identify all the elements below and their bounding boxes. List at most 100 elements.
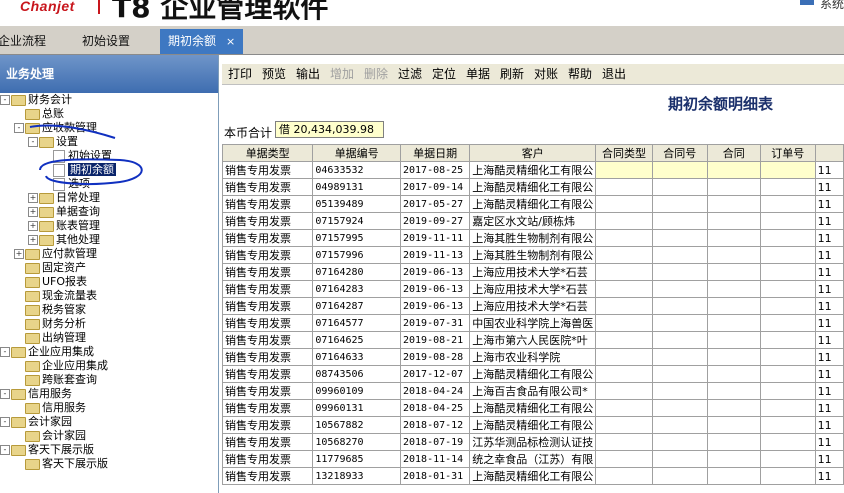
- table-cell[interactable]: [706, 331, 761, 349]
- table-cell[interactable]: 2018-07-12: [399, 416, 471, 434]
- table-cell[interactable]: 2017-08-25: [399, 161, 471, 179]
- table-cell[interactable]: 07157924: [312, 212, 401, 230]
- table-cell[interactable]: [759, 280, 816, 298]
- sidebar-item[interactable]: - 客天下展示版: [0, 443, 218, 457]
- table-cell[interactable]: [595, 416, 653, 434]
- sidebar-item[interactable]: - 财务会计: [0, 93, 218, 107]
- table-row[interactable]: 销售专用发票 05139489 2017-05-27 上海酷灵精细化工有限公 11: [222, 195, 844, 213]
- sidebar-item[interactable]: - 企业应用集成: [0, 345, 218, 359]
- table-cell[interactable]: 07157995: [312, 229, 401, 247]
- table-cell[interactable]: 04633532: [312, 161, 401, 179]
- collapse-icon[interactable]: -: [14, 123, 24, 133]
- table-cell[interactable]: 上海酷灵精细化工有限公: [469, 178, 597, 196]
- table-cell[interactable]: 2019-06-13: [399, 280, 471, 298]
- table-cell[interactable]: [595, 246, 653, 264]
- table-cell[interactable]: [651, 280, 708, 298]
- table-cell[interactable]: 上海酷灵精细化工有限公: [469, 365, 597, 383]
- toolbar-button[interactable]: 对账: [534, 66, 558, 82]
- table-cell[interactable]: [651, 263, 708, 281]
- table-cell[interactable]: [706, 297, 761, 315]
- table-cell[interactable]: [651, 416, 708, 434]
- sidebar-item[interactable]: 初始设置: [0, 149, 218, 163]
- table-cell[interactable]: [706, 382, 761, 400]
- table-cell[interactable]: [759, 450, 816, 468]
- collapse-icon[interactable]: -: [0, 389, 10, 399]
- table-cell[interactable]: [759, 263, 816, 281]
- tab-initial-settings[interactable]: 初始设置: [82, 29, 130, 54]
- table-cell[interactable]: [651, 178, 708, 196]
- toolbar-button[interactable]: 帮助: [568, 66, 592, 82]
- sidebar-item[interactable]: 选项: [0, 177, 218, 191]
- table-cell[interactable]: 销售专用发票: [222, 450, 314, 468]
- table-cell[interactable]: [595, 263, 653, 281]
- table-cell[interactable]: 销售专用发票: [222, 161, 314, 179]
- sidebar-item[interactable]: - 设置: [0, 135, 218, 149]
- collapse-icon[interactable]: -: [0, 417, 10, 427]
- sidebar-item[interactable]: - 信用服务: [0, 387, 218, 401]
- sidebar-item[interactable]: 固定资产: [0, 261, 218, 275]
- table-cell[interactable]: [595, 178, 653, 196]
- user-icon[interactable]: [800, 0, 814, 5]
- table-cell[interactable]: [759, 161, 816, 179]
- table-cell[interactable]: 销售专用发票: [222, 314, 314, 332]
- table-row[interactable]: 销售专用发票 07157995 2019-11-11 上海其胜生物制剂有限公 11: [222, 229, 844, 247]
- table-cell[interactable]: 上海百吉食品有限公司*: [469, 382, 597, 400]
- sidebar-item[interactable]: - 应收款管理: [0, 121, 218, 135]
- sidebar-item[interactable]: 期初余额: [0, 163, 218, 177]
- table-cell[interactable]: [706, 416, 761, 434]
- table-cell[interactable]: 销售专用发票: [222, 195, 314, 213]
- table-cell[interactable]: 上海酷灵精细化工有限公: [469, 161, 597, 179]
- table-cell[interactable]: [595, 348, 653, 366]
- table-cell[interactable]: [595, 212, 653, 230]
- table-cell[interactable]: 上海酷灵精细化工有限公: [469, 399, 597, 417]
- sidebar-item[interactable]: 跨账套查询: [0, 373, 218, 387]
- table-cell[interactable]: 销售专用发票: [222, 331, 314, 349]
- toolbar-button[interactable]: 打印: [228, 66, 252, 82]
- table-cell[interactable]: 2018-04-24: [399, 382, 471, 400]
- table-cell[interactable]: 销售专用发票: [222, 348, 314, 366]
- table-cell[interactable]: 11: [814, 467, 844, 485]
- collapse-icon[interactable]: -: [0, 95, 10, 105]
- table-cell[interactable]: 07164283: [312, 280, 401, 298]
- column-header[interactable]: 合同: [706, 144, 761, 162]
- table-cell[interactable]: 销售专用发票: [222, 178, 314, 196]
- expand-icon[interactable]: +: [14, 249, 24, 259]
- table-cell[interactable]: 11: [814, 348, 844, 366]
- table-cell[interactable]: [759, 212, 816, 230]
- table-cell[interactable]: 07164280: [312, 263, 401, 281]
- table-cell[interactable]: [706, 433, 761, 451]
- sidebar-item[interactable]: 信用服务: [0, 401, 218, 415]
- table-cell[interactable]: 上海应用技术大学*石芸: [469, 263, 597, 281]
- table-cell[interactable]: 2019-07-31: [399, 314, 471, 332]
- table-cell[interactable]: 2018-11-14: [399, 450, 471, 468]
- table-cell[interactable]: [759, 382, 816, 400]
- table-cell[interactable]: [706, 314, 761, 332]
- table-cell[interactable]: [651, 365, 708, 383]
- table-cell[interactable]: 上海应用技术大学*石芸: [469, 297, 597, 315]
- table-cell[interactable]: 11: [814, 399, 844, 417]
- table-cell[interactable]: [759, 365, 816, 383]
- table-cell[interactable]: 销售专用发票: [222, 280, 314, 298]
- table-cell[interactable]: [651, 212, 708, 230]
- table-row[interactable]: 销售专用发票 04989131 2017-09-14 上海酷灵精细化工有限公 11: [222, 178, 844, 196]
- sidebar-item[interactable]: 总账: [0, 107, 218, 121]
- table-cell[interactable]: 江苏华测品标检测认证技: [469, 433, 597, 451]
- table-cell[interactable]: 2017-05-27: [399, 195, 471, 213]
- table-cell[interactable]: 统之幸食品（江苏）有限: [469, 450, 597, 468]
- table-cell[interactable]: 05139489: [312, 195, 401, 213]
- table-cell[interactable]: [706, 467, 761, 485]
- table-cell[interactable]: 2019-11-13: [399, 246, 471, 264]
- table-cell[interactable]: 2019-09-27: [399, 212, 471, 230]
- table-cell[interactable]: 销售专用发票: [222, 399, 314, 417]
- toolbar-button[interactable]: 输出: [296, 66, 320, 82]
- sidebar-item[interactable]: - 会计家园: [0, 415, 218, 429]
- table-cell[interactable]: [759, 348, 816, 366]
- table-row[interactable]: 销售专用发票 09960109 2018-04-24 上海百吉食品有限公司* 11: [222, 382, 844, 400]
- table-cell[interactable]: 2019-11-11: [399, 229, 471, 247]
- toolbar-button[interactable]: 预览: [262, 66, 286, 82]
- table-cell[interactable]: [759, 416, 816, 434]
- table-row[interactable]: 销售专用发票 09960131 2018-04-25 上海酷灵精细化工有限公 11: [222, 399, 844, 417]
- table-cell[interactable]: [595, 450, 653, 468]
- close-icon[interactable]: ×: [226, 35, 235, 48]
- table-cell[interactable]: 2017-09-14: [399, 178, 471, 196]
